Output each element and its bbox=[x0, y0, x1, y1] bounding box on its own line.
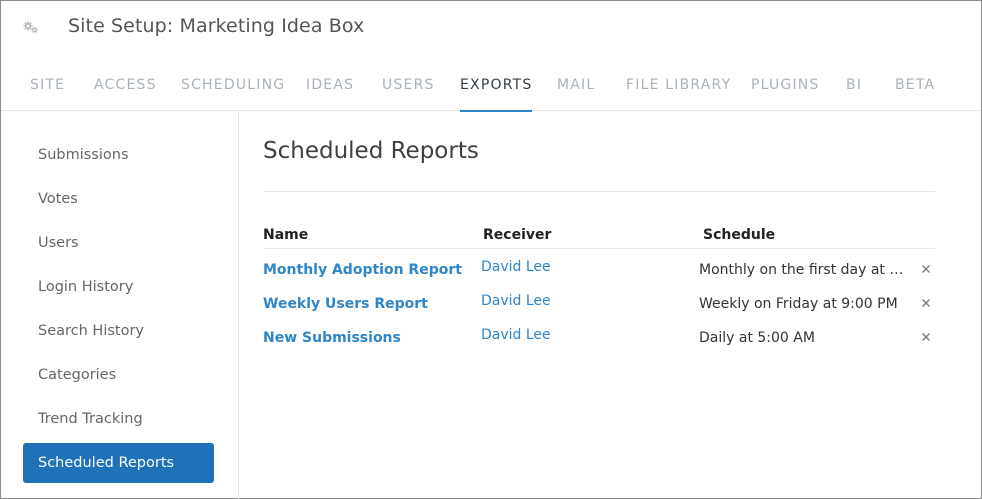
remove-report-button[interactable] bbox=[917, 294, 935, 312]
sidebar-item-login-history[interactable]: Login History bbox=[23, 267, 214, 307]
tab-plugins[interactable]: PLUGINS bbox=[751, 63, 820, 111]
header-divider bbox=[263, 248, 935, 249]
tab-users[interactable]: USERS bbox=[382, 63, 435, 111]
report-name-link[interactable]: Monthly Adoption Report bbox=[263, 262, 462, 278]
gear-icon bbox=[22, 18, 40, 36]
page-header-title: Site Setup: Marketing Idea Box bbox=[68, 15, 365, 37]
schedule-text: Daily at 5:00 AM bbox=[699, 330, 815, 346]
tab-beta[interactable]: BETA bbox=[895, 63, 935, 111]
tab-file-library[interactable]: FILE LIBRARY bbox=[626, 63, 731, 111]
close-icon bbox=[922, 333, 930, 341]
tab-exports[interactable]: EXPORTS bbox=[460, 63, 533, 112]
sidebar-item-trend-tracking[interactable]: Trend Tracking bbox=[23, 399, 214, 439]
page-title: Scheduled Reports bbox=[263, 138, 479, 164]
report-name-link[interactable]: New Submissions bbox=[263, 330, 401, 346]
sidebar-item-submissions[interactable]: Submissions bbox=[23, 135, 214, 175]
tab-scheduling[interactable]: SCHEDULING bbox=[181, 63, 285, 111]
tab-mail[interactable]: MAIL bbox=[557, 63, 595, 111]
tab-access[interactable]: ACCESS bbox=[94, 63, 157, 111]
remove-report-button[interactable] bbox=[917, 328, 935, 346]
close-icon bbox=[922, 299, 930, 307]
tab-bar: SITE ACCESS SCHEDULING IDEAS USERS EXPOR… bbox=[1, 63, 981, 112]
receiver-link[interactable]: David Lee bbox=[481, 327, 551, 343]
tab-site[interactable]: SITE bbox=[30, 63, 65, 111]
sidebar-item-search-history[interactable]: Search History bbox=[23, 311, 214, 351]
schedule-text: Weekly on Friday at 9:00 PM bbox=[699, 296, 898, 312]
sidebar: Submissions Votes Users Login History Se… bbox=[1, 111, 239, 499]
report-name-link[interactable]: Weekly Users Report bbox=[263, 296, 428, 312]
table-row: Monthly Adoption Report David Lee Monthl… bbox=[263, 254, 935, 288]
title-divider bbox=[263, 191, 935, 192]
table-row: Weekly Users Report David Lee Weekly on … bbox=[263, 288, 935, 322]
sidebar-item-votes[interactable]: Votes bbox=[23, 179, 214, 219]
receiver-link[interactable]: David Lee bbox=[481, 293, 551, 309]
table-row: New Submissions David Lee Daily at 5:00 … bbox=[263, 322, 935, 356]
sidebar-item-users[interactable]: Users bbox=[23, 223, 214, 263]
remove-report-button[interactable] bbox=[917, 260, 935, 278]
sidebar-item-categories[interactable]: Categories bbox=[23, 355, 214, 395]
tab-bi[interactable]: BI bbox=[846, 63, 862, 111]
header: Site Setup: Marketing Idea Box bbox=[1, 1, 981, 53]
schedule-text: Monthly on the first day at 9:00 PM bbox=[699, 262, 911, 278]
column-header-name: Name bbox=[263, 227, 309, 243]
tab-ideas[interactable]: IDEAS bbox=[306, 63, 354, 111]
close-icon bbox=[922, 265, 930, 273]
column-header-receiver: Receiver bbox=[483, 227, 552, 243]
receiver-link[interactable]: David Lee bbox=[481, 259, 551, 275]
column-header-schedule: Schedule bbox=[703, 227, 776, 243]
sidebar-item-scheduled-reports[interactable]: Scheduled Reports bbox=[23, 443, 214, 483]
app-window: Site Setup: Marketing Idea Box SITE ACCE… bbox=[0, 0, 982, 499]
